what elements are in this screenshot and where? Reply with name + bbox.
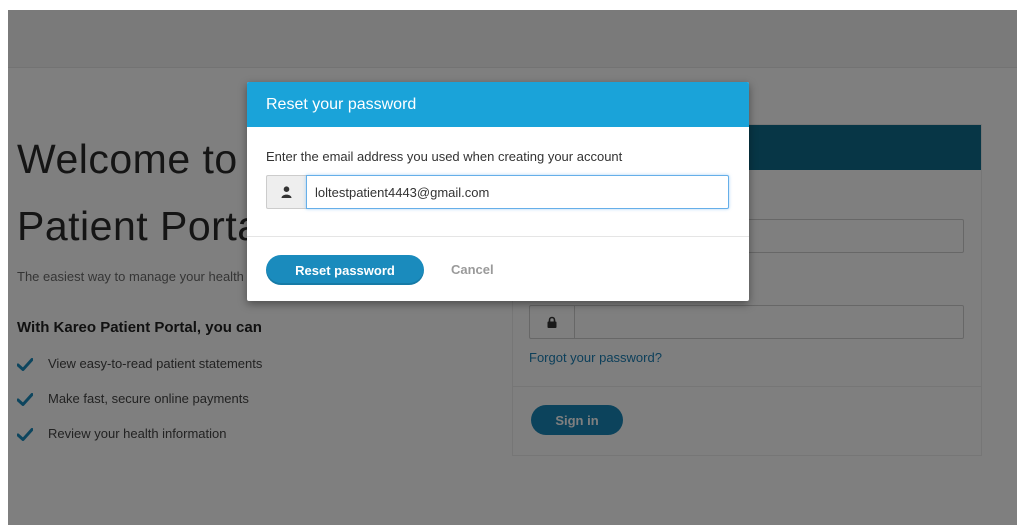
dialog-title: Reset your password [266, 95, 417, 113]
reset-password-button[interactable]: Reset password [266, 255, 424, 285]
email-input[interactable] [306, 175, 729, 209]
browser-viewport: Welcome to Patient Portal The easiest wa… [8, 10, 1017, 525]
dialog-header: Reset your password [247, 82, 749, 127]
email-input-group [266, 175, 729, 209]
user-icon [266, 175, 306, 209]
cancel-button[interactable]: Cancel [451, 262, 494, 277]
reset-password-dialog: Reset your password Enter the email addr… [247, 82, 749, 301]
dialog-divider [247, 236, 749, 237]
dialog-instruction: Enter the email address you used when cr… [266, 149, 623, 164]
